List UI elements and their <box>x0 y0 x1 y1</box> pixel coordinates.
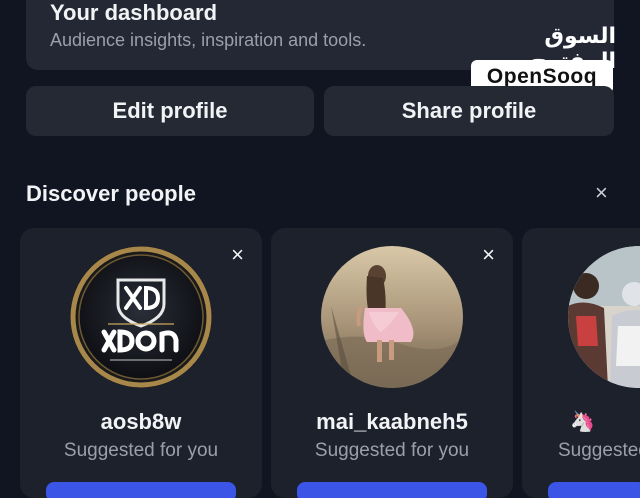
dismiss-card-icon[interactable]: × <box>482 242 495 268</box>
suggestion-card[interactable]: × mai_kaabneh5 Suggested for you <box>271 228 513 498</box>
dashboard-subtitle: Audience insights, inspiration and tools… <box>50 30 367 50</box>
close-icon[interactable]: × <box>595 182 608 204</box>
suggestion-card[interactable]: 🦄 Suggested <box>522 228 640 498</box>
username[interactable]: aosb8w <box>20 409 262 435</box>
avatar[interactable] <box>321 246 463 388</box>
suggested-label: Suggested for you <box>63 440 219 461</box>
edit-profile-button[interactable]: Edit profile <box>26 86 314 136</box>
group-photo-avatar <box>568 246 640 388</box>
share-profile-button[interactable]: Share profile <box>324 86 614 136</box>
username[interactable]: mai_kaabneh5 <box>271 409 513 435</box>
suggested-label: Suggested for you <box>314 440 470 461</box>
child-photo-avatar <box>321 246 463 388</box>
avatar[interactable] <box>70 246 212 388</box>
dashboard-title: Your dashboard <box>50 0 218 25</box>
follow-button[interactable] <box>548 482 640 498</box>
suggested-label: Suggested <box>558 440 640 461</box>
discover-people-title: Discover people <box>26 181 196 206</box>
avatar[interactable] <box>568 246 640 388</box>
follow-button[interactable] <box>46 482 236 498</box>
username[interactable]: 🦄 <box>570 409 640 434</box>
suggestion-card[interactable]: × aosb8w Suggested for you <box>20 228 262 498</box>
follow-button[interactable] <box>297 482 487 498</box>
xdon-logo-avatar <box>70 246 212 388</box>
dismiss-card-icon[interactable]: × <box>231 242 244 268</box>
